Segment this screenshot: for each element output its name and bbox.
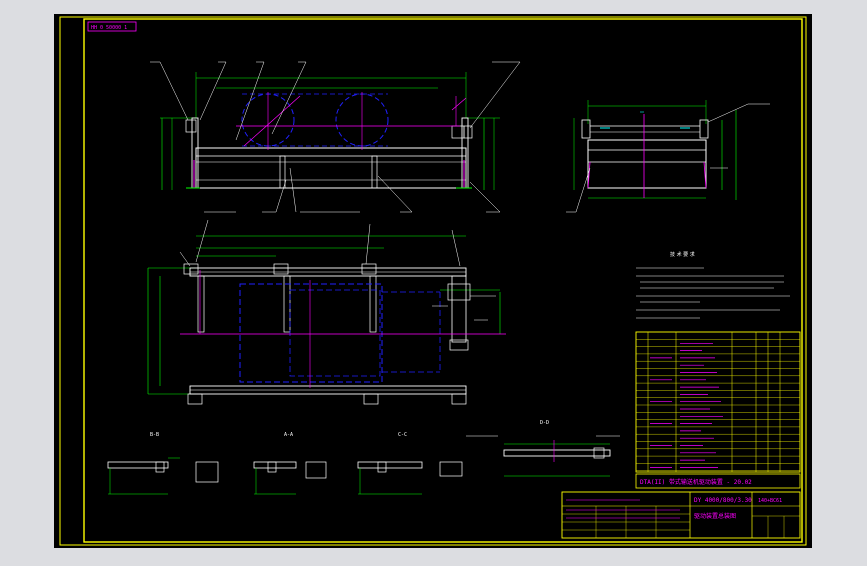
section-label-2: A-A: [284, 432, 293, 438]
code-line: DY 4000/800/3.30: [694, 497, 752, 504]
section-label-1: B-B: [150, 432, 159, 438]
notes-heading: 技 术 要 求: [670, 251, 695, 258]
section-label-3: C-C: [398, 432, 407, 438]
code-right: 140+BC61: [758, 498, 782, 504]
title-line: DTA(II) 带式输送机驱动装置 - 20.02: [640, 478, 752, 486]
cad-viewport: HH 0 50000 1 技 术 要 求 DTA(II) 带式输送机驱动装置 -…: [0, 0, 867, 562]
corner-tag-text: HH 0 50000 1: [91, 25, 127, 31]
assembly-line: 驱动装置总装图: [694, 512, 736, 520]
section-label-4: D-D: [540, 420, 549, 426]
drawing-canvas: HH 0 50000 1 技 术 要 求 DTA(II) 带式输送机驱动装置 -…: [54, 14, 812, 548]
